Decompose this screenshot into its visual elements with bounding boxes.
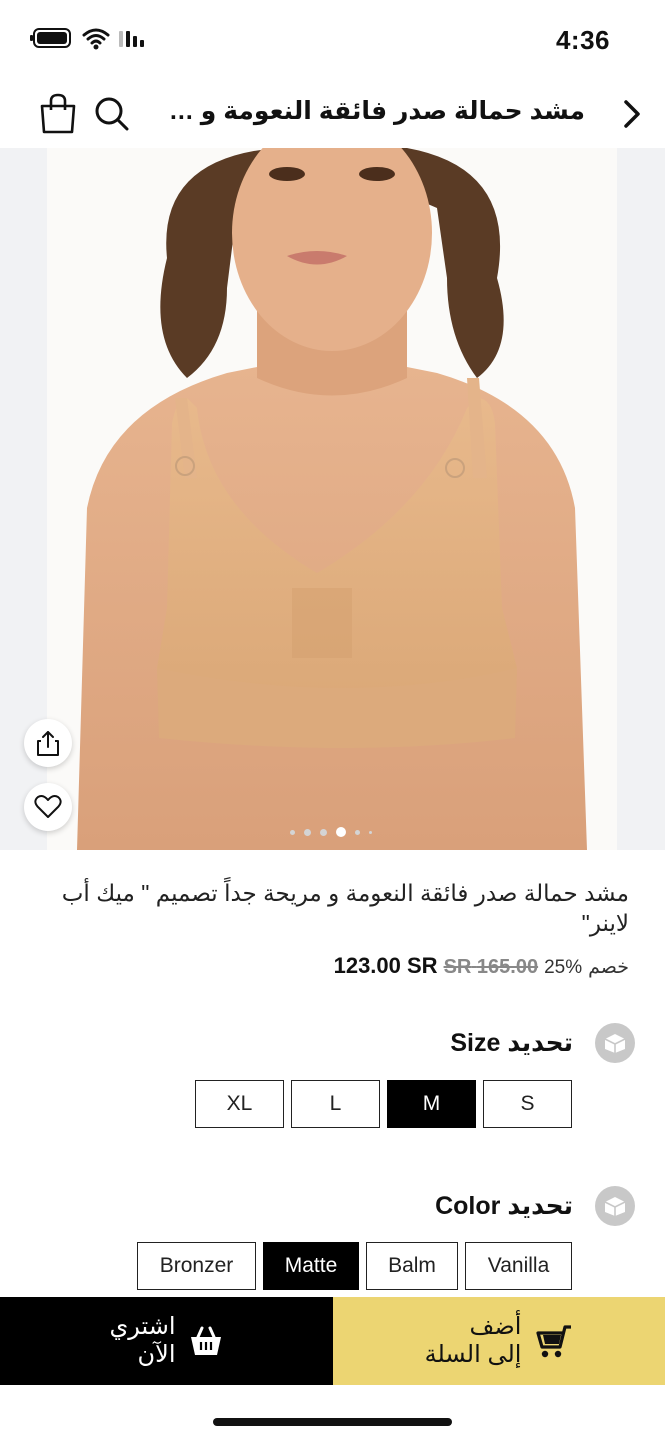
old-price: 165.00 SR xyxy=(443,956,539,978)
heart-icon xyxy=(34,795,62,818)
status-bar: 4:36 xyxy=(0,0,665,80)
status-time: 4:36 xyxy=(555,25,610,55)
carousel-dot[interactable] xyxy=(290,829,295,835)
color-option-matte[interactable]: Matte xyxy=(263,1242,359,1290)
share-icon xyxy=(37,731,59,756)
wifi-icon xyxy=(82,28,110,50)
cart-icon xyxy=(536,1325,572,1358)
page-title: مشد حمالة صدر فائقة النعومة و مر... xyxy=(165,97,585,125)
add-to-cart-label: أضف إلى السلة xyxy=(425,1313,522,1369)
share-button[interactable] xyxy=(24,719,72,767)
shopping-bag-icon xyxy=(40,93,76,134)
price-row: خصم 25% 165.00 SR 123.00 SR xyxy=(334,953,629,979)
discount-label: خصم xyxy=(588,957,629,978)
carousel-dot[interactable] xyxy=(320,828,327,836)
back-chevron-icon xyxy=(624,100,640,128)
color-section-title: تحديد Color xyxy=(435,1192,573,1220)
cart-button[interactable] xyxy=(38,92,78,136)
carousel-dot[interactable] xyxy=(369,830,372,834)
buy-now-button[interactable]: اشتري الآن xyxy=(0,1297,333,1385)
search-button[interactable] xyxy=(92,94,132,134)
size-section-header: تحديد Size xyxy=(450,1021,635,1065)
add-to-cart-button[interactable]: أضف إلى السلة xyxy=(333,1297,665,1385)
header: مشد حمالة صدر فائقة النعومة و مر... xyxy=(0,80,665,148)
color-section-header: تحديد Color xyxy=(435,1184,635,1228)
size-option-l[interactable]: L xyxy=(291,1080,380,1128)
color-option-balm[interactable]: Balm xyxy=(366,1242,458,1290)
size-option-xl[interactable]: XL xyxy=(195,1080,284,1128)
size-option-s[interactable]: S xyxy=(483,1080,572,1128)
size-section-title: تحديد Size xyxy=(450,1029,573,1057)
add-to-cart-line1: أضف xyxy=(469,1313,522,1340)
battery-icon xyxy=(30,28,71,48)
carousel-dot-active[interactable] xyxy=(336,827,346,837)
basket-icon xyxy=(190,1326,221,1355)
color-option-bronzer[interactable]: Bronzer xyxy=(137,1242,256,1290)
size-options: S M L XL xyxy=(195,1080,572,1128)
signal-icon xyxy=(119,31,144,47)
buy-now-line2: الآن xyxy=(137,1341,176,1368)
color-option-vanilla[interactable]: Vanilla xyxy=(465,1242,572,1290)
box-icon xyxy=(595,1186,635,1226)
search-icon xyxy=(95,97,129,131)
carousel-dot[interactable] xyxy=(304,828,311,836)
buy-now-line1: اشتري xyxy=(109,1313,176,1340)
box-icon xyxy=(595,1023,635,1063)
product-title: مشد حمالة صدر فائقة النعومة و مريحة جداً… xyxy=(61,880,629,936)
product-photo xyxy=(47,148,617,850)
product-image[interactable] xyxy=(47,148,617,850)
new-price: 123.00 SR xyxy=(333,953,438,978)
status-icons xyxy=(28,26,148,50)
color-options: Vanilla Balm Matte Bronzer xyxy=(137,1242,572,1290)
add-to-cart-line2: إلى السلة xyxy=(424,1341,522,1368)
back-button[interactable] xyxy=(617,94,647,134)
carousel-dots xyxy=(290,827,372,837)
carousel-dot[interactable] xyxy=(355,829,360,835)
discount-percent: 25% xyxy=(544,957,583,978)
favorite-button[interactable] xyxy=(24,783,72,831)
home-indicator[interactable] xyxy=(213,1418,452,1426)
product-gallery[interactable] xyxy=(0,148,665,850)
size-option-m[interactable]: M xyxy=(387,1080,476,1128)
bottom-action-bar: اشتري الآن أضف إلى السلة xyxy=(0,1297,665,1385)
buy-now-label: اشتري الآن xyxy=(109,1313,175,1369)
